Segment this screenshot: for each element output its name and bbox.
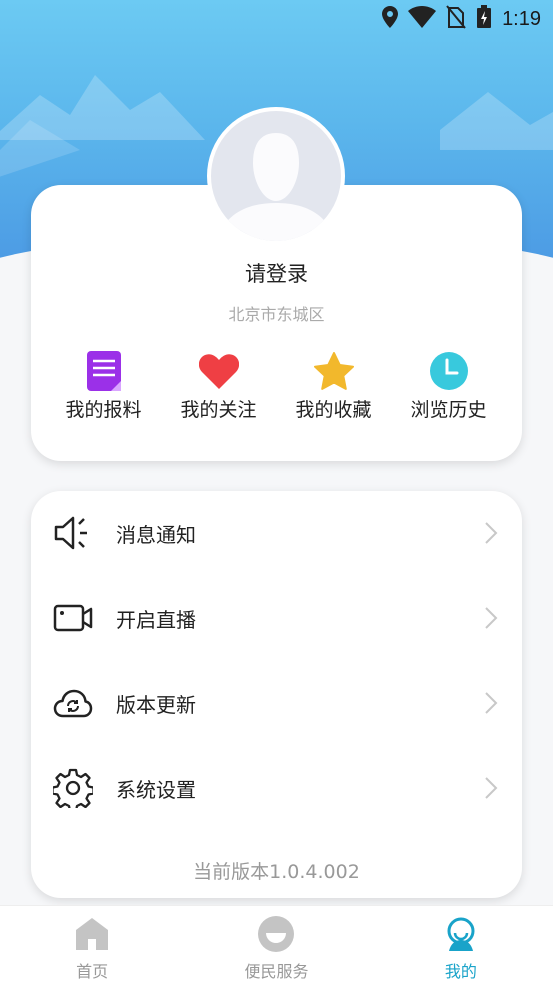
- my-follows-label: 我的关注: [180, 399, 257, 421]
- browse-history-button[interactable]: 浏览历史: [391, 351, 506, 431]
- menu-label-notifications: 消息通知: [116, 522, 196, 547]
- nav-services-label: 便民服务: [244, 962, 309, 981]
- home-icon: [74, 916, 110, 952]
- star-icon: [313, 351, 354, 391]
- menu-label-system-settings: 系统设置: [116, 777, 196, 802]
- chevron-right-icon: [485, 692, 498, 714]
- my-reports-label: 我的报料: [65, 399, 142, 421]
- location-icon: [382, 6, 399, 32]
- my-reports-button[interactable]: 我的报料: [46, 351, 161, 431]
- menu-item-notifications[interactable]: 消息通知: [31, 491, 522, 575]
- clock-icon: [429, 351, 469, 391]
- no-sim-icon: [446, 5, 466, 33]
- service-icon: [258, 916, 295, 952]
- quick-actions: 我的报料 我的关注 我的收藏 浏览历史: [46, 351, 506, 431]
- nav-home[interactable]: 首页: [0, 906, 184, 983]
- chevron-right-icon: [485, 777, 498, 799]
- chevron-right-icon: [485, 522, 498, 544]
- nav-mine[interactable]: 我的: [369, 906, 553, 983]
- nav-home-label: 首页: [76, 962, 109, 981]
- gear-icon: [53, 768, 93, 808]
- profile-icon: [443, 916, 479, 952]
- cloud-sync-icon: [53, 683, 93, 723]
- nav-mine-label: 我的: [444, 962, 477, 981]
- login-prompt[interactable]: 请登录: [0, 258, 553, 288]
- report-document-icon: [84, 351, 124, 391]
- video-camera-icon: [53, 598, 93, 638]
- wifi-icon: [408, 6, 437, 32]
- status-bar: 1:19: [0, 0, 553, 38]
- battery-charging-icon: [476, 5, 492, 33]
- bottom-nav: 首页 便民服务 我的: [0, 905, 553, 983]
- version-text: 当前版本1.0.4.002: [193, 861, 360, 883]
- avatar[interactable]: [207, 107, 345, 245]
- menu-item-system-settings[interactable]: 系统设置: [31, 746, 522, 830]
- status-time: 1:19: [502, 7, 541, 30]
- my-follows-button[interactable]: 我的关注: [161, 351, 276, 431]
- browse-history-label: 浏览历史: [410, 399, 487, 421]
- my-favorites-button[interactable]: 我的收藏: [276, 351, 391, 431]
- nav-services[interactable]: 便民服务: [184, 906, 368, 983]
- settings-menu: 消息通知 开启直播 版本更新 系统设置 当前版本1.0.4.002: [31, 491, 522, 898]
- location-text: 北京市东城区: [228, 305, 325, 324]
- speaker-icon: [53, 513, 93, 553]
- menu-item-live-stream[interactable]: 开启直播: [31, 576, 522, 660]
- menu-item-version-update[interactable]: 版本更新: [31, 661, 522, 745]
- heart-icon: [198, 351, 239, 391]
- my-favorites-label: 我的收藏: [295, 399, 372, 421]
- menu-label-version-update: 版本更新: [116, 692, 196, 717]
- chevron-right-icon: [485, 607, 498, 629]
- menu-label-live-stream: 开启直播: [116, 607, 196, 632]
